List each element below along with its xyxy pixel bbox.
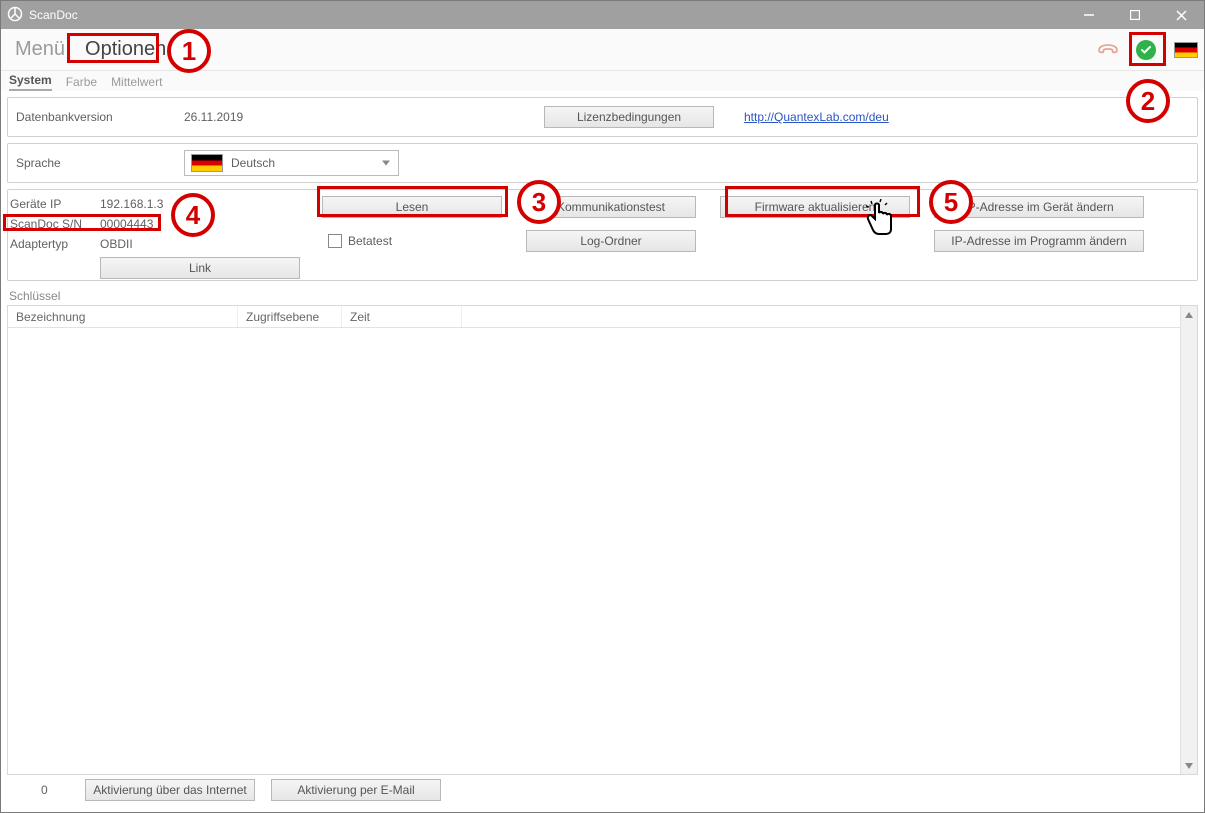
phone-icon[interactable] bbox=[1096, 41, 1118, 59]
activate-internet-button[interactable]: Aktivierung über das Internet bbox=[85, 779, 255, 801]
maximize-button[interactable] bbox=[1112, 1, 1158, 29]
db-version-label: Datenbankversion bbox=[14, 110, 184, 124]
adapter-value: OBDII bbox=[100, 237, 133, 251]
panel-device: Geräte IP 192.168.1.3 ScanDoc S/N 000044… bbox=[7, 189, 1198, 281]
checkbox-icon bbox=[328, 234, 342, 248]
license-button[interactable]: Lizenzbedingungen bbox=[544, 106, 714, 128]
link-button[interactable]: Link bbox=[100, 257, 300, 279]
language-value: Deutsch bbox=[231, 156, 275, 170]
tab-color[interactable]: Farbe bbox=[66, 75, 97, 91]
adapter-label: Adaptertyp bbox=[10, 237, 100, 251]
read-button[interactable]: Lesen bbox=[322, 196, 502, 218]
status-ok-icon[interactable] bbox=[1136, 40, 1156, 60]
bottom-bar: 0 Aktivierung über das Internet Aktivier… bbox=[5, 774, 1200, 806]
vertical-scrollbar[interactable] bbox=[1180, 306, 1197, 774]
keys-title: Schlüssel bbox=[7, 289, 1198, 303]
ip-device-button[interactable]: IP-Adresse im Gerät ändern bbox=[934, 196, 1144, 218]
col-time[interactable]: Zeit bbox=[342, 306, 462, 327]
menu-item-options[interactable]: Optionen bbox=[77, 36, 174, 63]
firmware-button[interactable]: Firmware aktualisieren bbox=[720, 196, 910, 218]
subtabs: System Farbe Mittelwert bbox=[1, 71, 1204, 91]
tab-avg[interactable]: Mittelwert bbox=[111, 75, 162, 91]
chevron-down-icon bbox=[382, 161, 390, 166]
keys-table: Bezeichnung Zugriffsebene Zeit bbox=[7, 305, 1198, 775]
menu-item-menu[interactable]: Menü bbox=[7, 36, 73, 63]
device-sn-value: 00004443 bbox=[100, 217, 153, 231]
minimize-button[interactable] bbox=[1066, 1, 1112, 29]
commtest-button[interactable]: Kommunikationstest bbox=[526, 196, 696, 218]
key-count: 0 bbox=[41, 783, 48, 797]
menubar: Menü Optionen bbox=[1, 29, 1204, 71]
scroll-down-icon[interactable] bbox=[1181, 757, 1197, 774]
db-version-value: 26.11.2019 bbox=[184, 110, 544, 124]
quantex-link[interactable]: http://QuantexLab.com/deu bbox=[744, 110, 889, 124]
device-ip-label: Geräte IP bbox=[10, 197, 100, 211]
device-ip-value: 192.168.1.3 bbox=[100, 197, 163, 211]
ip-program-button[interactable]: IP-Adresse im Programm ändern bbox=[934, 230, 1144, 252]
col-level[interactable]: Zugriffsebene bbox=[238, 306, 342, 327]
betatest-label: Betatest bbox=[348, 234, 392, 248]
titlebar: ScanDoc bbox=[1, 1, 1204, 29]
panel-info: Datenbankversion 26.11.2019 Lizenzbeding… bbox=[7, 97, 1198, 137]
scroll-up-icon[interactable] bbox=[1181, 306, 1197, 323]
panel-language: Sprache Deutsch bbox=[7, 143, 1198, 183]
language-select[interactable]: Deutsch bbox=[184, 150, 399, 176]
keys-section: Schlüssel Bezeichnung Zugriffsebene Zeit bbox=[7, 289, 1198, 775]
app-icon bbox=[7, 6, 23, 25]
betatest-checkbox[interactable]: Betatest bbox=[322, 234, 502, 248]
col-name[interactable]: Bezeichnung bbox=[8, 306, 238, 327]
logfolder-button[interactable]: Log-Ordner bbox=[526, 230, 696, 252]
close-button[interactable] bbox=[1158, 1, 1204, 29]
language-label: Sprache bbox=[14, 156, 184, 170]
device-sn-label: ScanDoc S/N bbox=[10, 217, 100, 231]
language-flag-icon[interactable] bbox=[1174, 42, 1198, 58]
app-title: ScanDoc bbox=[29, 8, 78, 22]
activate-email-button[interactable]: Aktivierung per E-Mail bbox=[271, 779, 441, 801]
flag-de-icon bbox=[191, 154, 223, 172]
tab-system[interactable]: System bbox=[9, 73, 52, 91]
